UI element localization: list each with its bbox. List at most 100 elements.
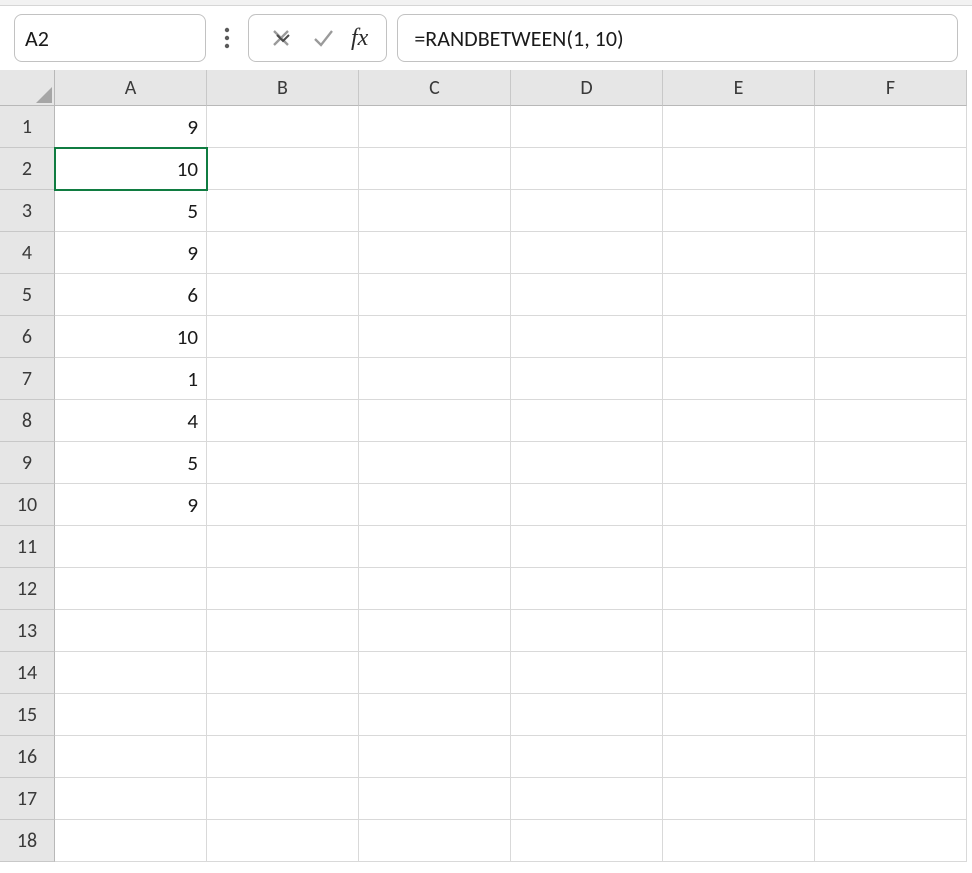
cell-c11[interactable] (359, 526, 511, 568)
cell-c2[interactable] (359, 148, 511, 190)
cell-e10[interactable] (663, 484, 815, 526)
column-header-e[interactable]: E (663, 70, 815, 106)
cell-c7[interactable] (359, 358, 511, 400)
cell-b12[interactable] (207, 568, 359, 610)
row-header-15[interactable]: 15 (0, 694, 55, 736)
cell-a13[interactable] (55, 610, 207, 652)
cell-e14[interactable] (663, 652, 815, 694)
cell-e17[interactable] (663, 778, 815, 820)
cell-e3[interactable] (663, 190, 815, 232)
cell-f11[interactable] (815, 526, 967, 568)
cell-b11[interactable] (207, 526, 359, 568)
cell-f4[interactable] (815, 232, 967, 274)
cell-e9[interactable] (663, 442, 815, 484)
row-header-3[interactable]: 3 (0, 190, 55, 232)
cell-f6[interactable] (815, 316, 967, 358)
cell-e5[interactable] (663, 274, 815, 316)
formula-input[interactable] (414, 25, 941, 52)
cell-b18[interactable] (207, 820, 359, 862)
row-header-11[interactable]: 11 (0, 526, 55, 568)
cell-f2[interactable] (815, 148, 967, 190)
row-header-12[interactable]: 12 (0, 568, 55, 610)
cell-c13[interactable] (359, 610, 511, 652)
cell-a1[interactable]: 9 (55, 106, 207, 148)
column-header-d[interactable]: D (511, 70, 663, 106)
cell-b14[interactable] (207, 652, 359, 694)
row-header-14[interactable]: 14 (0, 652, 55, 694)
cell-a14[interactable] (55, 652, 207, 694)
cell-f13[interactable] (815, 610, 967, 652)
row-header-9[interactable]: 9 (0, 442, 55, 484)
cell-d9[interactable] (511, 442, 663, 484)
cell-e4[interactable] (663, 232, 815, 274)
cell-a2[interactable]: 10 (55, 148, 207, 190)
cell-f10[interactable] (815, 484, 967, 526)
cell-b9[interactable] (207, 442, 359, 484)
cell-f9[interactable] (815, 442, 967, 484)
cell-b10[interactable] (207, 484, 359, 526)
column-header-c[interactable]: C (359, 70, 511, 106)
cell-c1[interactable] (359, 106, 511, 148)
chevron-down-icon[interactable] (275, 30, 291, 46)
row-header-10[interactable]: 10 (0, 484, 55, 526)
column-header-b[interactable]: B (207, 70, 359, 106)
cell-f8[interactable] (815, 400, 967, 442)
cell-b4[interactable] (207, 232, 359, 274)
row-header-6[interactable]: 6 (0, 316, 55, 358)
cell-c12[interactable] (359, 568, 511, 610)
cell-b7[interactable] (207, 358, 359, 400)
cell-a12[interactable] (55, 568, 207, 610)
cell-e7[interactable] (663, 358, 815, 400)
name-box[interactable] (14, 14, 206, 62)
cell-b17[interactable] (207, 778, 359, 820)
cell-b13[interactable] (207, 610, 359, 652)
cell-a16[interactable] (55, 736, 207, 778)
cell-b6[interactable] (207, 316, 359, 358)
row-header-17[interactable]: 17 (0, 778, 55, 820)
cell-c10[interactable] (359, 484, 511, 526)
cell-e6[interactable] (663, 316, 815, 358)
row-header-4[interactable]: 4 (0, 232, 55, 274)
cell-b15[interactable] (207, 694, 359, 736)
cell-a5[interactable]: 6 (55, 274, 207, 316)
cell-d7[interactable] (511, 358, 663, 400)
cell-d11[interactable] (511, 526, 663, 568)
row-header-1[interactable]: 1 (0, 106, 55, 148)
cell-e15[interactable] (663, 694, 815, 736)
cell-c9[interactable] (359, 442, 511, 484)
cell-d15[interactable] (511, 694, 663, 736)
cell-d12[interactable] (511, 568, 663, 610)
cell-a17[interactable] (55, 778, 207, 820)
cell-c6[interactable] (359, 316, 511, 358)
cell-a6[interactable]: 10 (55, 316, 207, 358)
cell-c14[interactable] (359, 652, 511, 694)
cell-d2[interactable] (511, 148, 663, 190)
cell-b5[interactable] (207, 274, 359, 316)
cell-e16[interactable] (663, 736, 815, 778)
row-header-7[interactable]: 7 (0, 358, 55, 400)
cell-d13[interactable] (511, 610, 663, 652)
cell-d3[interactable] (511, 190, 663, 232)
cell-c8[interactable] (359, 400, 511, 442)
cell-f7[interactable] (815, 358, 967, 400)
cell-e18[interactable] (663, 820, 815, 862)
cell-c4[interactable] (359, 232, 511, 274)
cell-a3[interactable]: 5 (55, 190, 207, 232)
cell-e11[interactable] (663, 526, 815, 568)
column-header-a[interactable]: A (55, 70, 207, 106)
cell-f14[interactable] (815, 652, 967, 694)
cell-f16[interactable] (815, 736, 967, 778)
cell-d16[interactable] (511, 736, 663, 778)
cell-b1[interactable] (207, 106, 359, 148)
cell-e2[interactable] (663, 148, 815, 190)
cell-b8[interactable] (207, 400, 359, 442)
cell-b2[interactable] (207, 148, 359, 190)
cell-c3[interactable] (359, 190, 511, 232)
cell-d8[interactable] (511, 400, 663, 442)
cell-a15[interactable] (55, 694, 207, 736)
cell-d6[interactable] (511, 316, 663, 358)
cell-a18[interactable] (55, 820, 207, 862)
cell-d4[interactable] (511, 232, 663, 274)
row-header-13[interactable]: 13 (0, 610, 55, 652)
cell-d14[interactable] (511, 652, 663, 694)
